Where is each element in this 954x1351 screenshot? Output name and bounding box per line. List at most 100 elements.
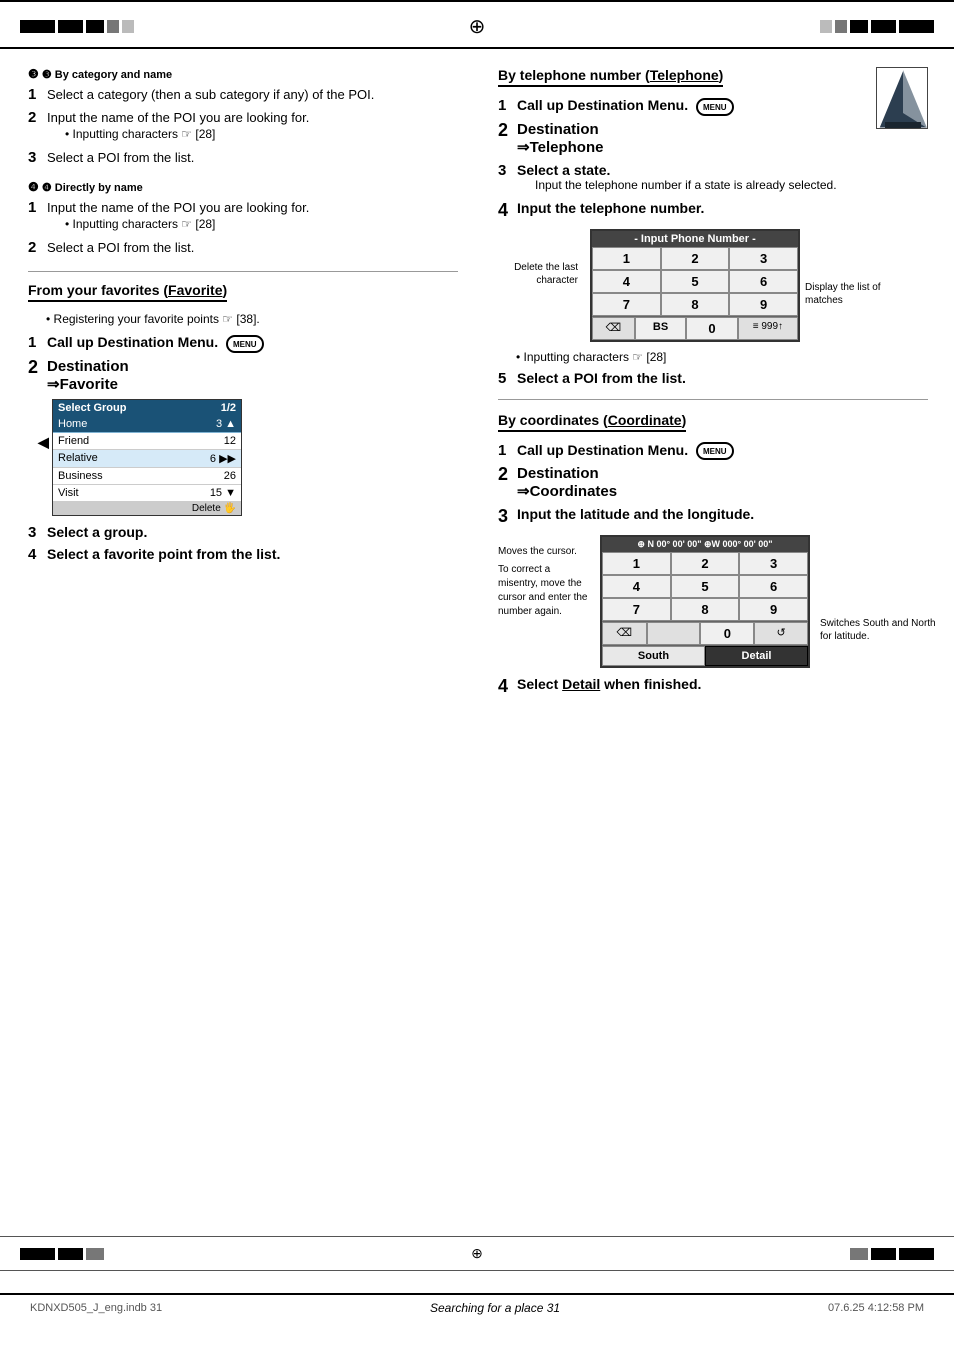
step-a1-num: 1 [28,86,42,103]
step-c2-content: Destination ⇒Coordinates [517,465,617,500]
tel-prefix: By telephone number ( [498,67,650,83]
coord-6: 6 [739,575,808,598]
block-5 [122,20,134,33]
step-c4-detail: Detail [562,676,600,692]
btm-blk-3 [86,1248,104,1260]
step-f4-text: Select a favorite point from the list. [47,546,280,562]
top-center-symbol: ⊕ [134,14,820,39]
bottom-right-blocks [850,1248,934,1260]
coord-back: ⌫ [602,622,647,645]
coordinate-heading: By coordinates (Coordinate) [498,412,686,432]
step-b1-content: Input the name of the POI you are lookin… [47,199,309,234]
step-f4: 4 Select a favorite point from the list. [28,546,458,563]
step-f3: 3 Select a group. [28,524,458,541]
step-a1: 1 Select a category (then a sub category… [28,86,458,104]
btm-blk-r3 [899,1248,934,1260]
step-t4-num: 4 [498,200,512,221]
sg-row-home: Home 3 ▲ [53,416,241,433]
step-t3-text: Select a state. [517,162,610,178]
block-r2 [835,20,847,33]
phone-list: ≡ 999↑ [738,317,798,340]
step-f3-num: 3 [28,524,42,541]
step-f2-arrow-fav: ⇒Favorite [47,375,129,393]
step-t5-text: Select a POI from the list. [517,370,686,386]
coord-screen-area: Moves the cursor. To correct a misentry,… [498,535,928,668]
coord-action-row: South Detail [602,645,808,666]
step-t3-sub: Input the telephone number if a state is… [535,178,837,192]
phone-1: 1 [592,247,661,270]
step-t2-dest: Destination [517,121,603,138]
sg-row-friend: Friend 12 [53,433,241,450]
favorite-heading-prefix: From your favorites ( [28,282,168,298]
step-t2-content: Destination ⇒Telephone [517,121,603,156]
coord-8: 8 [671,598,740,621]
menu-button-t1[interactable]: MENU [696,98,734,116]
step-c3-text: Input the latitude and the longitude. [517,506,754,522]
coord-grid: 1 2 3 4 5 6 7 8 9 [602,552,808,621]
menu-button-c1[interactable]: MENU [696,442,734,460]
section-category: ❸ ❸ By category and name 1 Select a cate… [28,67,458,168]
sg-relative-label: Relative [58,452,98,465]
tel-bold: Telephone [650,67,719,83]
step-b1-sub: • Inputting characters ☞ [28] [65,217,309,231]
step-c4-end: when finished. [600,676,701,692]
select-group-screen: Select Group 1/2 Home 3 ▲ Friend 12 [52,399,242,516]
step-a2-content: Input the name of the POI you are lookin… [47,109,309,144]
footer-left: KDNXD505_J_eng.indb 31 [30,1302,162,1314]
coord-screen: ⊕ N 00° 00' 00" ⊕W 000° 00' 00" 1 2 3 4 … [600,535,810,668]
right-section-divider [498,399,928,400]
phone-screen-area: Delete the last character - Input Phone … [498,229,928,342]
step-t2-telephone: Telephone [530,139,604,156]
phone-3: 3 [729,247,798,270]
favorite-bullet: • Registering your favorite points ☞ [38… [46,312,458,326]
step-t3-num: 3 [498,162,512,179]
phone-annot-right-text: Display the list of matches [805,282,881,306]
step-t1: 1 Call up Destination Menu. MENU [498,97,868,116]
phone-grid-1: 1 2 3 4 5 6 7 8 9 [592,247,798,316]
step-b1-text: Input the name of the POI you are lookin… [47,200,309,215]
step-t2: 2 Destination ⇒Telephone [498,121,868,156]
step-c3: 3 Input the latitude and the longitude. [498,506,928,527]
step-t2-arrow: ⇒Telephone [517,138,603,156]
sg-header-page: 1/2 [221,402,236,414]
section-a-bullet: ❸ [28,67,39,81]
btm-blk-2 [58,1248,83,1260]
step-t1-content: Call up Destination Menu. MENU [517,97,734,116]
sg-header-label: Select Group [58,402,126,414]
phone-7: 7 [592,293,661,316]
coord-detail-btn[interactable]: Detail [705,646,808,666]
section-a-title: ❸ By category and name [42,69,172,81]
select-group-screen-area: ◀ Select Group 1/2 Home 3 ▲ [52,399,458,516]
phone-6: 6 [729,270,798,293]
phone-annot-right: Display the list of matches [805,281,915,307]
step-t5-num: 5 [498,370,512,387]
footer-page-label: Searching for a place 31 [430,1301,560,1315]
coord-4: 4 [602,575,671,598]
tel-suffix: ) [719,67,724,83]
top-decoration: ⊕ [0,0,954,49]
menu-button-f1[interactable]: MENU [226,335,264,353]
right-column: By telephone number (Telephone) 1 Call u… [488,67,928,702]
sg-business-value: 26 [224,470,236,482]
coord-bottom-row: ⌫ 0 ↺ [602,621,808,645]
step-f3-text: Select a group. [47,524,147,540]
step-c2-coords: Coordinates [530,483,618,500]
sg-visit-value: 15 ▼ [210,487,236,499]
step-c1-content: Call up Destination Menu. MENU [517,442,734,461]
sg-footer: Delete 🖐 [53,502,241,515]
coord-south-btn[interactable]: South [602,646,705,666]
page-footer: KDNXD505_J_eng.indb 31 Searching for a p… [0,1293,954,1321]
section-b-bullet: ❹ [28,180,39,194]
screen-left-nav: ◀ [38,434,49,451]
coord-screen-header: ⊕ N 00° 00' 00" ⊕W 000° 00' 00" [602,537,808,552]
block-3 [86,20,104,33]
favorite-heading-bold: Favorite [168,282,222,298]
coord-annot-right: Switches South and North for latitude. [820,617,940,643]
phone-back: ⌫ [592,317,635,340]
phone-8: 8 [661,293,730,316]
sg-visit-label: Visit [58,487,79,499]
step-c4-start: Select [517,676,562,692]
block-r5 [899,20,934,33]
phone-9: 9 [729,293,798,316]
sg-home-label: Home [58,418,87,430]
